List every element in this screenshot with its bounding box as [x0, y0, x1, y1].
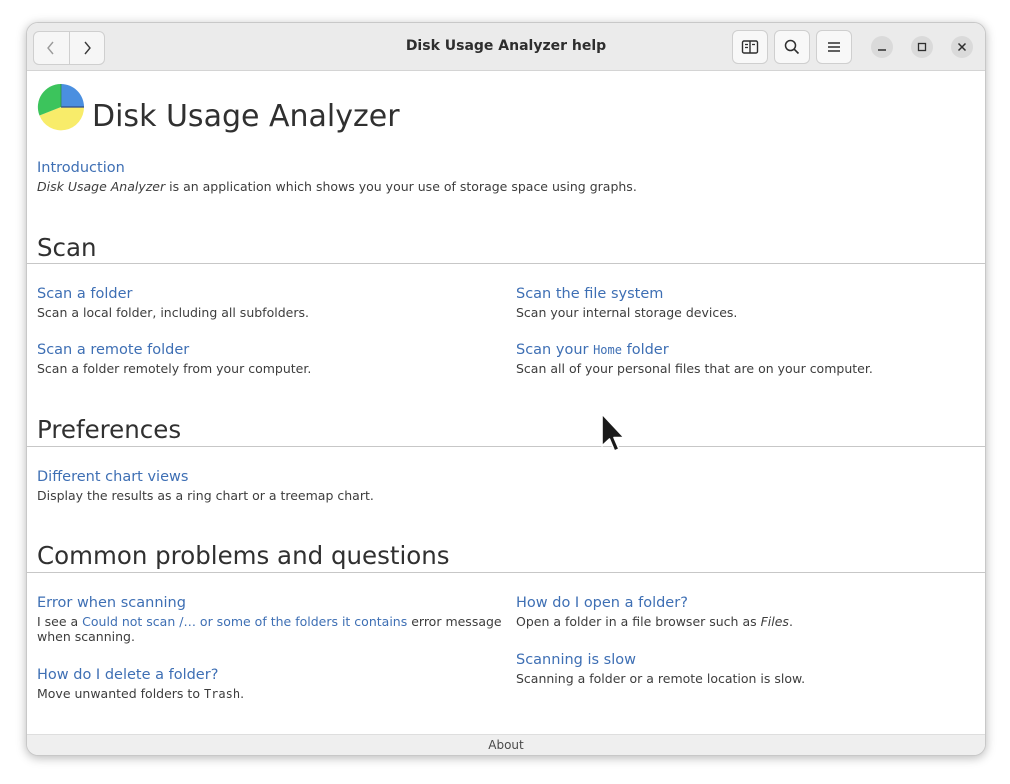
scanning-slow-link[interactable]: Scanning is slow	[516, 652, 636, 668]
scan-folder-item: Scan a folder Scan a local folder, inclu…	[37, 283, 309, 320]
delete-folder-item: How do I delete a folder? Move unwanted …	[37, 664, 244, 702]
section-title-preferences: Preferences	[37, 415, 182, 444]
scan-home-folder-item: Scan your Home folder Scan all of your p…	[516, 339, 873, 376]
link-text: Scan your	[516, 342, 594, 358]
menu-button[interactable]	[816, 30, 852, 64]
section-title-scan: Scan	[37, 233, 97, 262]
error-message-quote: Could not scan /… or some of the folders…	[82, 614, 408, 629]
trash-code: Trash	[203, 687, 241, 701]
section-divider	[27, 446, 985, 447]
description-text: I see a	[37, 614, 83, 629]
introduction-item: Introduction Disk Usage Analyzer is an a…	[37, 157, 637, 194]
error-scanning-item: Error when scanning I see a Could not sc…	[37, 592, 502, 644]
disk-usage-analyzer-logo	[37, 83, 85, 131]
home-code: Home	[593, 343, 622, 357]
mouse-pointer-icon	[601, 413, 625, 452]
error-scanning-link[interactable]: Error when scanning	[37, 595, 186, 611]
scan-home-folder-description: Scan all of your personal files that are…	[516, 361, 873, 376]
about-footer: About	[27, 734, 985, 755]
description-text: .	[240, 686, 245, 701]
page-title: Disk Usage Analyzer	[92, 99, 400, 134]
introduction-link[interactable]: Introduction	[37, 160, 125, 176]
back-button[interactable]	[34, 32, 69, 64]
link-text: folder	[621, 342, 669, 358]
introduction-description-text: is an application which shows you your u…	[165, 179, 637, 194]
description-text: Open a folder in a file browser such as	[516, 614, 761, 629]
scan-file-system-description: Scan your internal storage devices.	[516, 305, 738, 320]
search-button[interactable]	[774, 30, 810, 64]
about-link[interactable]: About	[488, 738, 523, 752]
help-page: Disk Usage Analyzer Introduction Disk Us…	[27, 71, 985, 735]
back-icon	[47, 41, 54, 55]
delete-folder-link[interactable]: How do I delete a folder?	[37, 667, 218, 683]
forward-icon	[84, 41, 91, 55]
close-button[interactable]	[951, 36, 973, 58]
section-divider	[27, 572, 985, 573]
introduction-description: Disk Usage Analyzer is an application wh…	[37, 179, 637, 194]
scan-folder-link[interactable]: Scan a folder	[37, 286, 132, 302]
minimize-button[interactable]	[871, 36, 893, 58]
description-text: .	[788, 614, 793, 629]
maximize-icon	[917, 42, 927, 52]
menu-icon	[828, 42, 840, 52]
bookmarks-icon	[741, 40, 759, 54]
navigation-buttons	[33, 31, 105, 65]
section-divider	[27, 263, 985, 264]
scan-remote-folder-description: Scan a folder remotely from your compute…	[37, 361, 312, 376]
help-window: Disk Usage Analyzer help Disk Usage Anal…	[26, 22, 986, 756]
scan-folder-description: Scan a local folder, including all subfo…	[37, 305, 309, 320]
description-text: when scanning.	[37, 629, 135, 644]
forward-button[interactable]	[68, 32, 105, 64]
maximize-button[interactable]	[911, 36, 933, 58]
scan-file-system-link[interactable]: Scan the file system	[516, 286, 663, 302]
description-text: error message	[407, 614, 502, 629]
open-folder-link[interactable]: How do I open a folder?	[516, 595, 688, 611]
scan-remote-folder-link[interactable]: Scan a remote folder	[37, 342, 189, 358]
open-folder-item: How do I open a folder? Open a folder in…	[516, 592, 793, 629]
chart-views-item: Different chart views Display the result…	[37, 466, 374, 503]
description-text: Move unwanted folders to	[37, 686, 204, 701]
files-app-emphasis: Files	[760, 614, 789, 629]
minimize-icon	[878, 49, 886, 51]
delete-folder-description: Move unwanted folders to Trash.	[37, 686, 244, 702]
chart-views-description: Display the results as a ring chart or a…	[37, 488, 374, 503]
open-folder-description: Open a folder in a file browser such as …	[516, 614, 793, 629]
close-icon	[957, 42, 967, 52]
chart-views-link[interactable]: Different chart views	[37, 469, 188, 485]
scan-home-folder-link[interactable]: Scan your Home folder	[516, 342, 669, 358]
scan-file-system-item: Scan the file system Scan your internal …	[516, 283, 737, 320]
section-title-common-problems: Common problems and questions	[37, 541, 450, 570]
search-icon	[784, 39, 800, 55]
error-scanning-description: I see a Could not scan /… or some of the…	[37, 614, 502, 644]
bookmarks-button[interactable]	[732, 30, 768, 64]
app-name-emphasis: Disk Usage Analyzer	[37, 179, 166, 194]
scanning-slow-item: Scanning is slow Scanning a folder or a …	[516, 649, 805, 686]
header-bar: Disk Usage Analyzer help	[27, 23, 985, 71]
scanning-slow-description: Scanning a folder or a remote location i…	[516, 671, 806, 686]
scan-remote-folder-item: Scan a remote folder Scan a folder remot…	[37, 339, 311, 376]
